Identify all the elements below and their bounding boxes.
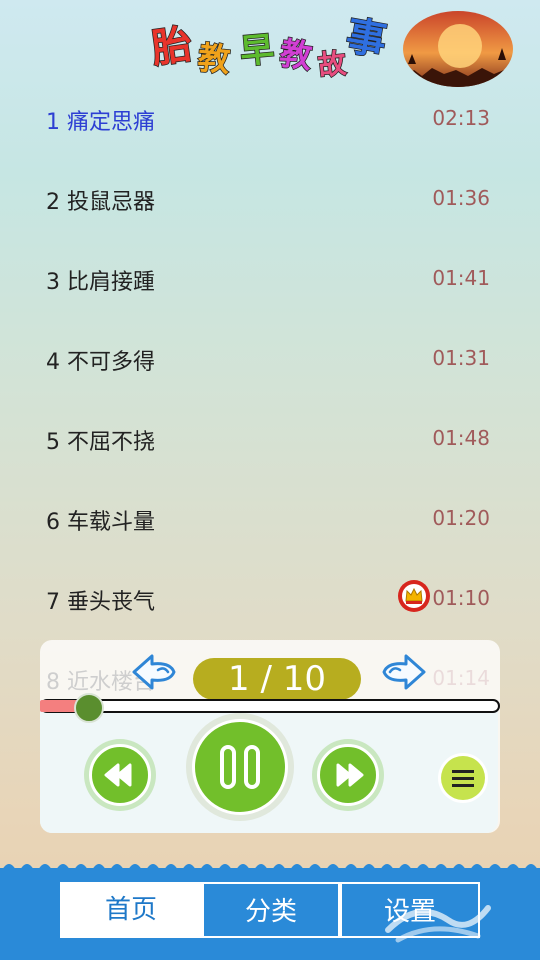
song-duration: 01:20 (432, 506, 490, 530)
song-title: 7 垂头丧气 (46, 590, 155, 615)
player-controls-area (40, 702, 498, 833)
svg-text:早: 早 (238, 30, 275, 73)
progress-knob[interactable] (74, 693, 104, 723)
pause-icon (220, 745, 260, 789)
svg-text:胎: 胎 (150, 21, 195, 72)
watermark-logo (385, 905, 491, 943)
tab-category[interactable]: 分类 (202, 882, 340, 938)
song-list-item[interactable]: 4 不可多得 01:31 (0, 318, 540, 398)
song-title: 3 比肩接踵 (46, 270, 155, 295)
song-duration: 01:41 (432, 266, 490, 290)
sunset-avatar-image[interactable] (402, 10, 514, 88)
song-list: 1 痛定思痛 02:13 2 投鼠忌器 01:36 3 比肩接踵 01:41 4 不可多得 0… (0, 78, 540, 718)
pause-button[interactable] (186, 713, 294, 821)
song-list-item[interactable]: 7 垂头丧气 01:10 (0, 558, 540, 638)
crown-icon (398, 580, 430, 612)
song-duration: 01:10 (432, 586, 490, 610)
progress-track (40, 699, 500, 713)
bottom-nav: 首页 分类 设置 (0, 868, 540, 960)
song-duration: 02:13 (432, 106, 490, 130)
song-duration: 01:48 (432, 426, 490, 450)
song-duration: 01:31 (432, 346, 490, 370)
svg-text:事: 事 (342, 13, 389, 65)
song-list-item[interactable]: 2 投鼠忌器 01:36 (0, 158, 540, 238)
playlist-button[interactable] (438, 753, 488, 803)
svg-text:教: 教 (196, 38, 232, 78)
app-title-logo: 胎 教 早 教 故 事 (150, 12, 391, 78)
page-indicator: 1 / 10 (193, 658, 361, 700)
menu-list-icon (452, 770, 474, 787)
song-list-item[interactable]: 1 痛定思痛 02:13 (0, 78, 540, 158)
song-title: 2 投鼠忌器 (46, 190, 155, 215)
song-list-item[interactable]: 6 车载斗量 01:20 (0, 478, 540, 558)
svg-text:教: 教 (277, 34, 314, 76)
song-list-item[interactable]: 5 不屈不挠 01:48 (0, 398, 540, 478)
tab-home[interactable]: 首页 (60, 882, 202, 938)
rewind-icon (104, 763, 132, 787)
player-panel: 1 / 10 (40, 640, 500, 833)
song-list-item[interactable]: 3 比肩接踵 01:41 (0, 238, 540, 318)
song-title: 1 痛定思痛 (46, 110, 155, 135)
song-title: 5 不屈不挠 (46, 430, 155, 455)
previous-page-arrow-icon[interactable] (130, 650, 178, 694)
song-duration: 01:36 (432, 186, 490, 210)
rewind-button[interactable] (84, 739, 156, 811)
song-title: 4 不可多得 (46, 350, 155, 375)
song-title: 6 车载斗量 (46, 510, 155, 535)
next-page-arrow-icon[interactable] (380, 650, 428, 694)
playback-progress-bar[interactable] (40, 693, 502, 723)
fast-forward-icon (336, 763, 364, 787)
fast-forward-button[interactable] (312, 739, 384, 811)
